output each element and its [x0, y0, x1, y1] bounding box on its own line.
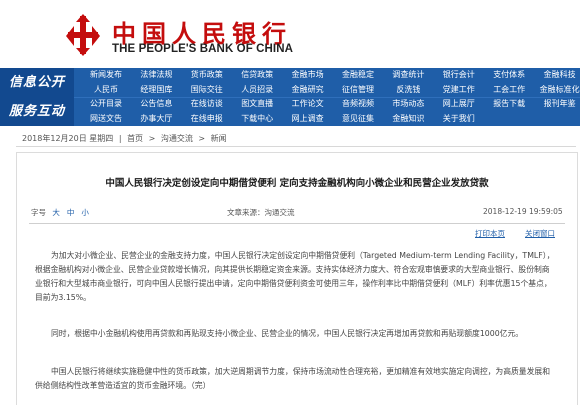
nav-info-item[interactable]: 金融市场	[282, 68, 334, 82]
nav-info-item[interactable]: 调查统计	[382, 68, 434, 82]
logo-english-text[interactable]: THE PEOPLE'S BANK OF CHINA	[112, 43, 293, 55]
nav-row-info-disclosure: 信息公开 新闻发布 法律法规 货币政策 信贷政策 金融市场 金融稳定 调查统计 银行会计 支付体…	[0, 68, 580, 98]
nav-service-item[interactable]: 办事大厅	[130, 112, 182, 126]
breadcrumb-date: 2018年12月20日 星期四	[22, 134, 114, 143]
nav-section-label-info: 信息公开	[0, 68, 74, 97]
article-paragraph-2: 同时，根据中小金融机构使用再贷款和再贴现支持小微企业、民营企业的情况，中国人民银…	[51, 329, 524, 338]
article-paragraph-3: 中国人民银行将继续实施稳健中性的货币政策，加大逆周期调节力度，保持市场流动性合理…	[35, 367, 550, 390]
article-title: 中国人民银行决定创设定向中期借贷便利 定向支持金融机构向小微企业和民营企业发放贷…	[105, 178, 489, 189]
nav-service-item[interactable]: 公开目录	[80, 97, 132, 111]
font-size-label: 字号	[31, 208, 46, 217]
nav-service-item[interactable]: 关于我们	[433, 112, 485, 126]
nav-info-item[interactable]: 金融标准化	[534, 83, 580, 97]
nav-info-item[interactable]: 法律法规	[130, 68, 182, 82]
nav-service-item[interactable]: 金融知识	[382, 112, 434, 126]
nav-info-item[interactable]: 信贷政策	[231, 68, 283, 82]
nav-info-item[interactable]: 银行会计	[433, 68, 485, 82]
nav-info-item[interactable]: 支付体系	[483, 68, 535, 82]
breadcrumb-arrow: >	[198, 134, 206, 143]
site-header: 中国人民银行 THE PEOPLE'S BANK OF CHINA	[0, 0, 580, 68]
nav-service-item[interactable]: 图文直播	[231, 97, 283, 111]
nav-service-item[interactable]: 音频视频	[332, 97, 384, 111]
nav-info-item[interactable]: 货币政策	[181, 68, 233, 82]
nav-service-item[interactable]: 下载中心	[231, 112, 283, 126]
breadcrumb-communication-link[interactable]: 沟通交流	[161, 134, 193, 143]
nav-grid-info: 新闻发布 法律法规 货币政策 信贷政策 金融市场 金融稳定 调查统计 银行会计 支付体系 金融科技…	[80, 68, 580, 97]
nav-info-item[interactable]: 新闻发布	[80, 68, 132, 82]
breadcrumb-divider	[16, 146, 576, 147]
main-navigation: 信息公开 新闻发布 法律法规 货币政策 信贷政策 金融市场 金融稳定 调查统计 银行会计 支付体…	[0, 68, 580, 126]
font-size-small-link[interactable]: 小	[81, 208, 92, 217]
nav-info-item[interactable]: 金融研究	[282, 83, 334, 97]
nav-service-item[interactable]: 意见征集	[332, 112, 384, 126]
breadcrumb-arrow: >	[148, 134, 156, 143]
breadcrumb: 2018年12月20日 星期四 | 首页 > 沟通交流 > 新闻	[22, 133, 230, 144]
nav-service-item[interactable]: 报告下载	[483, 97, 535, 111]
nav-info-item[interactable]: 征信管理	[332, 83, 384, 97]
article-source: 文章来源：沟通交流	[227, 208, 295, 217]
font-size-controls: 字号 大中小	[31, 207, 92, 218]
nav-service-item[interactable]: 网上调查	[282, 112, 334, 126]
breadcrumb-news-link[interactable]: 新闻	[211, 134, 227, 143]
nav-service-item[interactable]: 在线申报	[181, 112, 233, 126]
nav-section-label-service: 服务互动	[0, 97, 74, 126]
article-panel: 中国人民银行决定创设定向中期借贷便利 定向支持金融机构向小微企业和民营企业发放贷…	[16, 152, 578, 405]
nav-info-item[interactable]: 人员招录	[231, 83, 283, 97]
pboc-emblem-icon[interactable]	[60, 12, 106, 58]
nav-info-item[interactable]: 人民币	[80, 83, 132, 97]
breadcrumb-home-link[interactable]: 首页	[127, 134, 143, 143]
nav-info-item[interactable]: 工会工作	[483, 83, 535, 97]
nav-info-item[interactable]: 反洗钱	[382, 83, 434, 97]
nav-service-item[interactable]: 市场动态	[382, 97, 434, 111]
nav-service-item[interactable]: 网送文告	[80, 112, 132, 126]
nav-row-service-interaction: 服务互动 公开目录 公告信息 在线访谈 图文直播 工作论文 音频视频 市场动态 网上展厅 报告下…	[0, 97, 580, 126]
nav-service-item[interactable]: 网上展厅	[433, 97, 485, 111]
nav-info-item[interactable]: 金融科技	[534, 68, 580, 82]
article-paragraph-1: 为加大对小微企业、民营企业的金融支持力度，中国人民银行决定创设定向中期借贷便利（…	[35, 251, 555, 302]
nav-service-item[interactable]: 工作论文	[282, 97, 334, 111]
nav-service-item[interactable]: 报刊年鉴	[534, 97, 580, 111]
close-window-link[interactable]: 关闭窗口	[525, 228, 555, 239]
nav-info-item[interactable]: 金融稳定	[332, 68, 384, 82]
nav-info-item[interactable]: 经理国库	[130, 83, 182, 97]
breadcrumb-separator: |	[118, 134, 122, 143]
nav-info-item[interactable]: 国际交往	[181, 83, 233, 97]
meta-divider	[29, 223, 565, 224]
font-size-medium-link[interactable]: 中	[67, 208, 78, 217]
nav-grid-service: 公开目录 公告信息 在线访谈 图文直播 工作论文 音频视频 市场动态 网上展厅 报告下载 报刊年鉴…	[80, 97, 580, 126]
print-page-link[interactable]: 打印本页	[475, 228, 505, 239]
nav-info-item[interactable]: 党建工作	[433, 83, 485, 97]
nav-service-item[interactable]: 公告信息	[130, 97, 182, 111]
font-size-large-link[interactable]: 大	[52, 208, 63, 217]
nav-service-item[interactable]: 在线访谈	[181, 97, 233, 111]
article-datetime: 2018-12-19 19:59:05	[483, 207, 563, 216]
